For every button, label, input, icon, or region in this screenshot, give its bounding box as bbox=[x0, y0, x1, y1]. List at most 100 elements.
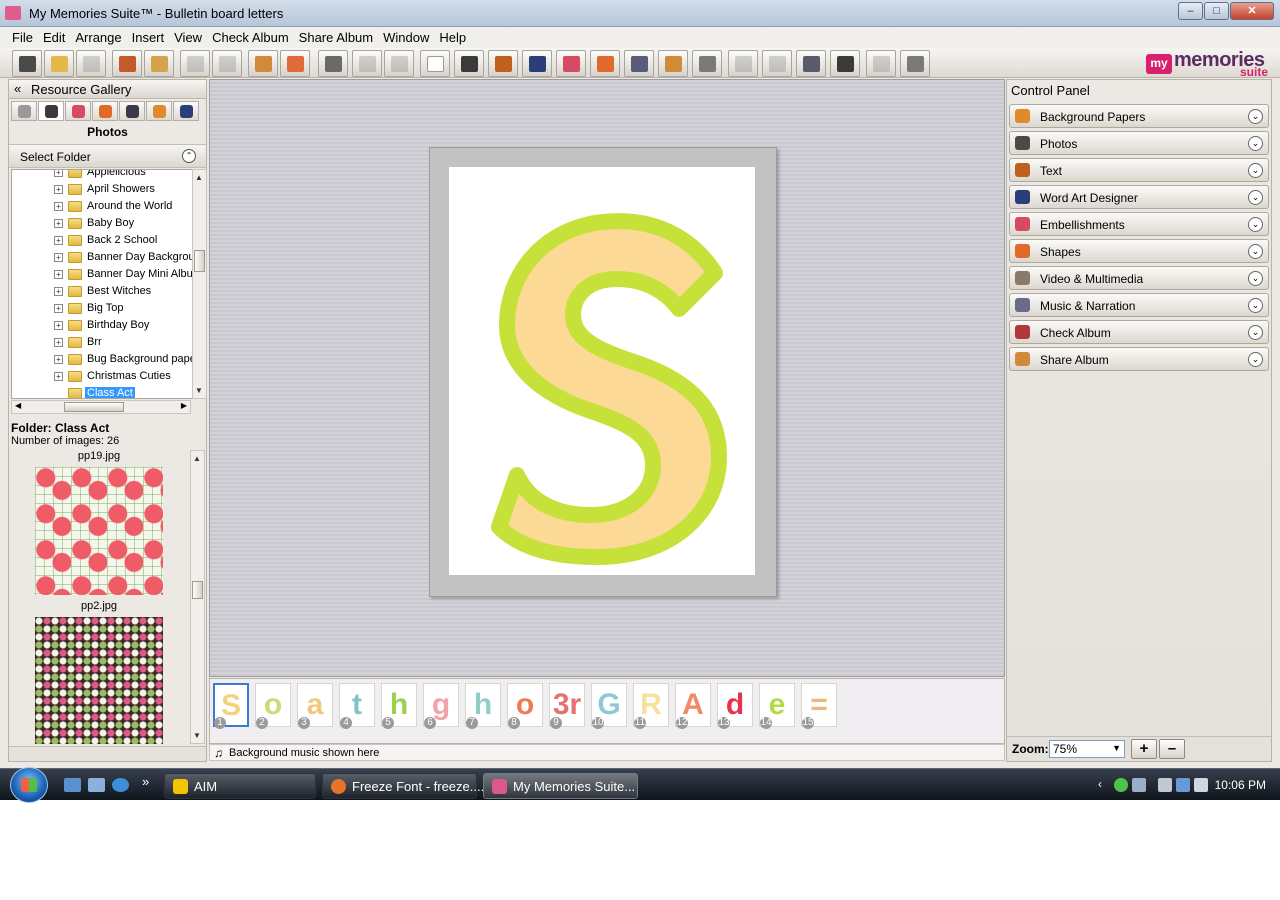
expand-icon[interactable]: + bbox=[54, 236, 63, 245]
thumbnail-image[interactable] bbox=[35, 617, 163, 744]
internet-explorer-icon[interactable] bbox=[112, 778, 129, 792]
tree-item-selected[interactable]: Class Act bbox=[12, 385, 192, 398]
new-page-button[interactable] bbox=[420, 50, 450, 77]
expand-icon[interactable]: + bbox=[54, 253, 63, 262]
menu-share-album[interactable]: Share Album bbox=[294, 27, 378, 48]
scroll-thumb[interactable] bbox=[64, 402, 124, 412]
tree-item[interactable]: + Best Witches bbox=[12, 283, 192, 300]
expand-icon[interactable]: + bbox=[54, 202, 63, 211]
expand-down-icon[interactable]: ⌄ bbox=[1248, 217, 1263, 232]
folder-tree-vscroll[interactable]: ▲ ▼ bbox=[192, 169, 207, 399]
letter-s-graphic[interactable] bbox=[457, 175, 747, 567]
expand-icon[interactable]: + bbox=[54, 185, 63, 194]
menu-edit[interactable]: Edit bbox=[38, 27, 70, 48]
clock[interactable]: 10:06 PM bbox=[1215, 778, 1266, 792]
arrange-front-button[interactable] bbox=[728, 50, 758, 77]
title-bar[interactable]: My Memories Suite™ - Bulletin board lett… bbox=[0, 0, 1280, 27]
expand-icon[interactable]: + bbox=[54, 338, 63, 347]
tree-item[interactable]: + Birthday Boy bbox=[12, 317, 192, 334]
tree-item[interactable]: + Around the World bbox=[12, 198, 192, 215]
undo-button[interactable] bbox=[352, 50, 382, 77]
menu-file[interactable]: File bbox=[7, 27, 38, 48]
grid-button[interactable] bbox=[796, 50, 826, 77]
expand-icon[interactable]: + bbox=[54, 355, 63, 364]
tray-device-icon[interactable] bbox=[1158, 778, 1172, 792]
redo-button[interactable] bbox=[384, 50, 414, 77]
cut-button[interactable] bbox=[180, 50, 210, 77]
preview-button[interactable] bbox=[112, 50, 142, 77]
volume-icon[interactable] bbox=[1194, 778, 1208, 792]
save-button[interactable] bbox=[76, 50, 106, 77]
expand-down-icon[interactable]: ⌄ bbox=[1248, 244, 1263, 259]
thumbnail-image[interactable] bbox=[35, 467, 163, 595]
letter-s-shape[interactable] bbox=[491, 213, 727, 565]
tab-backgrounds[interactable] bbox=[146, 101, 172, 121]
zoom-out-button[interactable]: – bbox=[1159, 739, 1185, 759]
zoom-in-button[interactable]: + bbox=[1131, 739, 1157, 759]
tree-item[interactable]: + April Showers bbox=[12, 181, 192, 198]
align-button[interactable] bbox=[762, 50, 792, 77]
expand-icon[interactable]: + bbox=[54, 170, 63, 177]
menu-help[interactable]: Help bbox=[434, 27, 471, 48]
shapes-button[interactable] bbox=[590, 50, 620, 77]
expand-down-icon[interactable]: ⌄ bbox=[1248, 136, 1263, 151]
collapse-icon[interactable]: « bbox=[14, 81, 21, 96]
minimize-button[interactable]: – bbox=[1178, 2, 1203, 20]
check-button[interactable] bbox=[318, 50, 348, 77]
scroll-left-icon[interactable]: ◀ bbox=[15, 401, 21, 410]
background-music-bar[interactable]: ♫ Background music shown here bbox=[209, 744, 1005, 761]
open-button[interactable] bbox=[44, 50, 74, 77]
expand-down-icon[interactable]: ⌄ bbox=[1248, 325, 1263, 340]
scroll-down-icon[interactable]: ▼ bbox=[195, 386, 203, 395]
tree-item[interactable]: + Baby Boy bbox=[12, 215, 192, 232]
expand-down-icon[interactable]: ⌄ bbox=[1248, 109, 1263, 124]
menu-check-album[interactable]: Check Album bbox=[207, 27, 294, 48]
control-panel-text[interactable]: Text ⌄ bbox=[1009, 158, 1269, 182]
tree-item[interactable]: + Big Top bbox=[12, 300, 192, 317]
copy-button[interactable] bbox=[212, 50, 242, 77]
close-button[interactable]: ✕ bbox=[1230, 2, 1274, 20]
tray-monitor-icon[interactable] bbox=[1132, 778, 1146, 792]
expand-icon[interactable]: + bbox=[54, 321, 63, 330]
taskbar-aim[interactable]: AIM bbox=[164, 773, 316, 799]
scroll-down-icon[interactable]: ▼ bbox=[193, 731, 201, 740]
paste-special-button[interactable] bbox=[280, 50, 310, 77]
menu-arrange[interactable]: Arrange bbox=[70, 27, 126, 48]
tree-item[interactable]: + Applelicious bbox=[12, 170, 192, 181]
collapse-up-icon[interactable]: ⌃ bbox=[182, 149, 196, 163]
album-page[interactable] bbox=[449, 167, 755, 575]
expand-icon[interactable]: + bbox=[54, 219, 63, 228]
control-panel-background-papers[interactable]: Background Papers ⌄ bbox=[1009, 104, 1269, 128]
taskbar-firefox[interactable]: Freeze Font - freeze.... bbox=[322, 773, 484, 799]
control-panel-shapes[interactable]: Shapes ⌄ bbox=[1009, 239, 1269, 263]
taskbar-my-memories[interactable]: My Memories Suite... bbox=[483, 773, 638, 799]
control-panel-check-album[interactable]: Check Album ⌄ bbox=[1009, 320, 1269, 344]
add-photo-button[interactable] bbox=[454, 50, 484, 77]
thumbnails-vscroll[interactable]: ▲ ▼ bbox=[190, 450, 205, 744]
workspace-canvas[interactable] bbox=[209, 79, 1005, 677]
scroll-thumb[interactable] bbox=[192, 581, 203, 599]
resource-gallery-header[interactable]: « Resource Gallery bbox=[9, 80, 206, 99]
menu-view[interactable]: View bbox=[169, 27, 207, 48]
control-panel-embellishments[interactable]: Embellishments ⌄ bbox=[1009, 212, 1269, 236]
expand-icon[interactable]: + bbox=[54, 270, 63, 279]
scroll-thumb[interactable] bbox=[194, 250, 205, 272]
control-panel-photos[interactable]: Photos ⌄ bbox=[1009, 131, 1269, 155]
menu-window[interactable]: Window bbox=[378, 27, 434, 48]
scroll-up-icon[interactable]: ▲ bbox=[193, 454, 201, 463]
tab-embellishments[interactable] bbox=[65, 101, 91, 121]
quick-launch-more-icon[interactable]: » bbox=[142, 774, 149, 789]
tab-shapes[interactable] bbox=[92, 101, 118, 121]
expand-down-icon[interactable]: ⌄ bbox=[1248, 298, 1263, 313]
store-button[interactable] bbox=[866, 50, 896, 77]
network-icon[interactable] bbox=[1176, 778, 1190, 792]
expand-icon[interactable]: + bbox=[54, 372, 63, 381]
video-button[interactable] bbox=[658, 50, 688, 77]
control-panel-music-narration[interactable]: Music & Narration ⌄ bbox=[1009, 293, 1269, 317]
tree-item[interactable]: + Banner Day Mini Albur bbox=[12, 266, 192, 283]
tree-item[interactable]: + Back 2 School bbox=[12, 232, 192, 249]
tray-expand-icon[interactable]: ‹ bbox=[1098, 777, 1102, 791]
tree-item[interactable]: + Brr bbox=[12, 334, 192, 351]
paste-button[interactable] bbox=[248, 50, 278, 77]
dropdown-arrow-icon[interactable]: ▼ bbox=[1112, 743, 1121, 753]
